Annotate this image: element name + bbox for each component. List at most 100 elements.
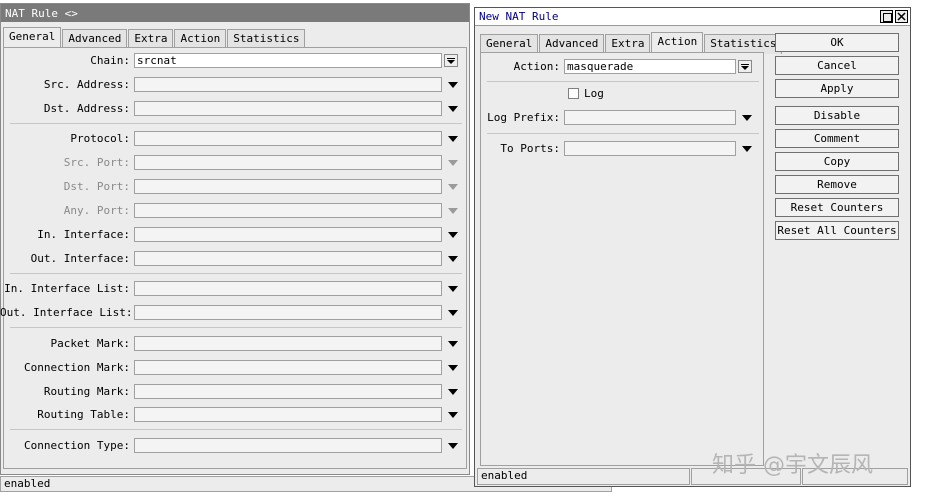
ok-button[interactable]: OK bbox=[775, 33, 899, 52]
dialog-tab-advanced[interactable]: Advanced bbox=[539, 34, 605, 54]
src-port-label: Src. Port: bbox=[63, 156, 130, 169]
dst-address-dropdown-icon[interactable] bbox=[448, 105, 458, 112]
connection-type-label: Connection Type: bbox=[24, 439, 130, 452]
protocol-dropdown-icon[interactable] bbox=[448, 135, 458, 142]
dst-address-label: Dst. Address: bbox=[43, 102, 130, 115]
log-checkbox[interactable] bbox=[568, 88, 579, 99]
dialog-tab-statistics[interactable]: Statistics bbox=[704, 34, 783, 54]
dialog-tab-extra[interactable]: Extra bbox=[605, 34, 651, 54]
log-label: Log bbox=[584, 87, 604, 100]
action-select[interactable]: masquerade bbox=[564, 59, 736, 74]
connection-mark-dropdown-icon[interactable] bbox=[448, 364, 458, 371]
protocol-input[interactable] bbox=[134, 131, 442, 146]
routing-table-input[interactable] bbox=[134, 407, 442, 422]
apply-button[interactable]: Apply bbox=[775, 79, 899, 98]
to-ports-label: To Ports: bbox=[500, 142, 560, 155]
src-address-input[interactable] bbox=[134, 77, 442, 92]
connection-type-dropdown-icon[interactable] bbox=[448, 442, 458, 449]
out-interface-list-input[interactable] bbox=[134, 305, 442, 320]
routing-mark-input[interactable] bbox=[134, 384, 442, 399]
dialog-status-text: enabled bbox=[481, 469, 528, 482]
in-interface-input[interactable] bbox=[134, 227, 442, 242]
to-ports-dropdown-icon[interactable] bbox=[742, 145, 752, 152]
nat-rule-titlebar[interactable]: NAT Rule <> bbox=[1, 4, 469, 22]
in-interface-list-input[interactable] bbox=[134, 281, 442, 296]
routing-mark-row: Routing Mark: bbox=[0, 384, 458, 399]
dst-port-input bbox=[134, 179, 442, 194]
out-interface-list-dropdown-icon[interactable] bbox=[448, 309, 458, 316]
out-interface-list-row: Out. Interface List: bbox=[0, 305, 458, 320]
src-address-label: Src. Address: bbox=[43, 78, 130, 91]
src-address-row: Src. Address: bbox=[0, 77, 458, 92]
separator bbox=[10, 429, 462, 430]
chain-dropdown-button[interactable] bbox=[444, 54, 458, 67]
remove-button[interactable]: Remove bbox=[775, 175, 899, 194]
routing-mark-dropdown-icon[interactable] bbox=[448, 388, 458, 395]
dialog-tab-general[interactable]: General bbox=[480, 34, 539, 54]
dialog-status-bar: enabled bbox=[477, 468, 690, 485]
reset-counters-button[interactable]: Reset Counters bbox=[775, 198, 899, 217]
chain-label: Chain: bbox=[90, 54, 130, 67]
src-port-row: Src. Port: bbox=[0, 155, 458, 170]
dialog-titlebar[interactable]: New NAT Rule bbox=[475, 8, 910, 26]
copy-button[interactable]: Copy bbox=[775, 152, 899, 171]
dialog-tab-action[interactable]: Action bbox=[651, 32, 704, 54]
separator bbox=[487, 133, 759, 134]
reset-all-counters-button[interactable]: Reset All Counters bbox=[775, 221, 899, 240]
dialog-tabs: General Advanced Extra Action Statistics bbox=[480, 32, 783, 54]
packet-mark-dropdown-icon[interactable] bbox=[448, 340, 458, 347]
in-interface-list-dropdown-icon[interactable] bbox=[448, 285, 458, 292]
routing-table-row: Routing Table: bbox=[0, 407, 458, 422]
separator bbox=[10, 327, 462, 328]
routing-table-dropdown-icon[interactable] bbox=[448, 411, 458, 418]
src-address-dropdown-icon[interactable] bbox=[448, 81, 458, 88]
packet-mark-label: Packet Mark: bbox=[50, 337, 130, 350]
protocol-label: Protocol: bbox=[70, 132, 130, 145]
dst-address-input[interactable] bbox=[134, 101, 442, 116]
dst-port-row: Dst. Port: bbox=[0, 179, 458, 194]
cancel-button[interactable]: Cancel bbox=[775, 56, 899, 75]
in-interface-list-label: In. Interface List: bbox=[4, 282, 130, 295]
any-port-row: Any. Port: bbox=[0, 203, 458, 218]
connection-type-input[interactable] bbox=[134, 438, 442, 453]
in-interface-list-row: In. Interface List: bbox=[0, 281, 458, 296]
log-prefix-dropdown-icon[interactable] bbox=[742, 114, 752, 121]
tab-statistics[interactable]: Statistics bbox=[227, 29, 306, 49]
chain-input[interactable]: srcnat bbox=[134, 53, 442, 68]
nat-rule-tabs: General Advanced Extra Action Statistics bbox=[3, 27, 306, 49]
action-dropdown-button[interactable] bbox=[738, 60, 752, 73]
nat-rule-title: NAT Rule <> bbox=[5, 6, 78, 20]
dst-port-label: Dst. Port: bbox=[63, 180, 130, 193]
any-port-dropdown-icon bbox=[448, 207, 458, 214]
src-port-dropdown-icon bbox=[448, 159, 458, 166]
out-interface-label: Out. Interface: bbox=[30, 252, 130, 265]
out-interface-row: Out. Interface: bbox=[0, 251, 458, 266]
connection-mark-input[interactable] bbox=[134, 360, 442, 375]
separator bbox=[10, 123, 462, 124]
dialog-title: New NAT Rule bbox=[479, 10, 559, 23]
maximize-button[interactable] bbox=[880, 10, 893, 23]
log-prefix-input[interactable] bbox=[564, 110, 736, 125]
log-row: Log bbox=[568, 87, 604, 100]
disable-button[interactable]: Disable bbox=[775, 106, 899, 125]
watermark: 知乎 @宇文辰风 bbox=[712, 453, 873, 478]
dst-port-dropdown-icon bbox=[448, 183, 458, 190]
close-button[interactable] bbox=[895, 10, 908, 23]
packet-mark-input[interactable] bbox=[134, 336, 442, 351]
in-interface-row: In. Interface: bbox=[0, 227, 458, 242]
tab-advanced[interactable]: Advanced bbox=[62, 29, 128, 49]
separator bbox=[487, 81, 759, 82]
comment-button[interactable]: Comment bbox=[775, 129, 899, 148]
out-interface-input[interactable] bbox=[134, 251, 442, 266]
routing-table-label: Routing Table: bbox=[37, 408, 130, 421]
tab-general[interactable]: General bbox=[3, 27, 62, 49]
connection-mark-label: Connection Mark: bbox=[24, 361, 130, 374]
tab-extra[interactable]: Extra bbox=[128, 29, 174, 49]
out-interface-dropdown-icon[interactable] bbox=[448, 255, 458, 262]
to-ports-input[interactable] bbox=[564, 141, 736, 156]
maximize-icon bbox=[883, 13, 892, 22]
tab-action[interactable]: Action bbox=[174, 29, 227, 49]
in-interface-label: In. Interface: bbox=[37, 228, 130, 241]
connection-type-row: Connection Type: bbox=[0, 438, 458, 453]
in-interface-dropdown-icon[interactable] bbox=[448, 231, 458, 238]
